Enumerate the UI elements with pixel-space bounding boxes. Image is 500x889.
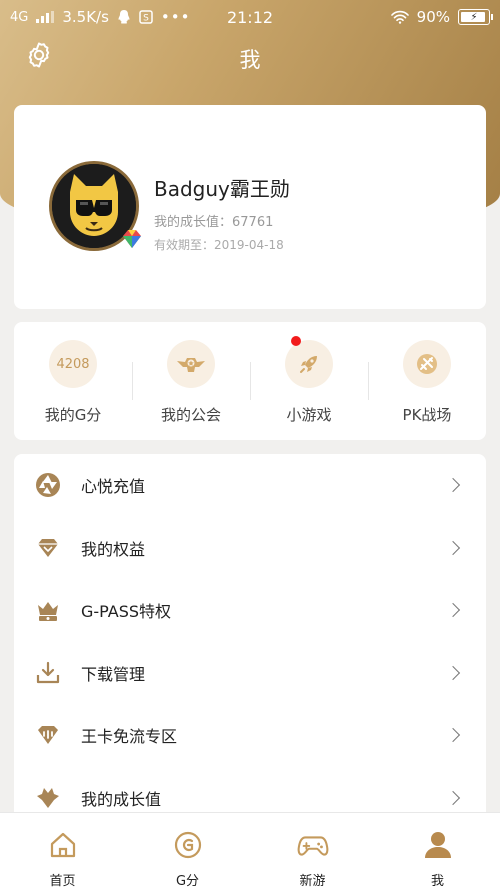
guild-emblem-icon — [167, 340, 215, 388]
status-bar: 4G 3.5K/s S ••• 21:12 90% ⚡ — [0, 0, 500, 34]
chevron-right-icon — [445, 478, 461, 493]
tab-home[interactable]: 首页 — [0, 813, 125, 889]
aperture-icon — [34, 471, 62, 499]
tab-label: G分 — [175, 874, 200, 889]
network-speed: 3.5K/s — [62, 8, 109, 26]
tab-label: 我 — [430, 874, 444, 889]
growth-value: 我的成长值：67761 — [154, 215, 274, 230]
menu-item-g-pass[interactable]: G-PASS特权 — [14, 579, 486, 642]
network-type: 4G — [10, 9, 29, 25]
more-notifications-icon: ••• — [160, 8, 191, 26]
crown-icon — [34, 596, 62, 624]
expiry-date: 有效期至：2019-04-18 — [154, 238, 284, 252]
home-icon — [47, 829, 79, 861]
g-coin-icon — [172, 829, 204, 861]
svg-text:S: S — [143, 14, 149, 24]
chevron-right-icon — [445, 665, 461, 680]
menu-item-my-benefits[interactable]: 我的权益 — [14, 517, 486, 580]
download-icon — [34, 659, 62, 687]
quick-action-label: 我的公会 — [160, 406, 221, 424]
menu-item-label: 下载管理 — [81, 664, 146, 684]
person-icon — [422, 829, 454, 861]
menu-list: 心悦充值 我的权益 G-PASS特权 下载管理 王卡免流专区 我的成长值 — [14, 454, 486, 824]
bottom-tab-bar: 首页 G分 新游 我 — [0, 812, 500, 889]
battery-percent: 90% — [416, 8, 450, 26]
qq-icon — [118, 10, 130, 24]
points-icon: 4208 — [49, 340, 97, 388]
gamepad-icon — [297, 829, 329, 861]
app-notification-icon: S — [139, 10, 153, 24]
quick-action-my-g-points[interactable]: 4208 我的G分 — [14, 322, 132, 440]
notification-dot — [291, 336, 301, 346]
menu-item-label: 王卡免流专区 — [81, 727, 178, 747]
card-icon — [34, 721, 62, 749]
rocket-icon — [285, 340, 333, 388]
menu-item-download-manager[interactable]: 下载管理 — [14, 642, 486, 705]
quick-action-label: 小游戏 — [286, 406, 332, 424]
growth-icon — [34, 784, 62, 812]
page-title: 我 — [239, 48, 261, 72]
tab-g-points[interactable]: G分 — [125, 813, 250, 889]
username: Badguy霸王勋 — [154, 177, 290, 201]
tab-new-games[interactable]: 新游 — [250, 813, 375, 889]
quick-action-mini-games[interactable]: 小游戏 — [250, 322, 368, 440]
signal-icon — [36, 11, 55, 23]
tab-me[interactable]: 我 — [375, 813, 500, 889]
pk-icon — [403, 340, 451, 388]
profile-card: Badguy霸王勋 我的成长值：67761 有效期至：2019-04-18 — [14, 105, 486, 309]
chevron-right-icon — [445, 540, 461, 555]
quick-action-pk-battlefield[interactable]: PK战场 — [368, 322, 486, 440]
menu-item-king-card-zone[interactable]: 王卡免流专区 — [14, 704, 486, 767]
menu-item-label: 我的成长值 — [81, 789, 162, 809]
quick-action-my-guild[interactable]: 我的公会 — [132, 322, 250, 440]
tab-label: 新游 — [299, 874, 326, 889]
chevron-right-icon — [445, 603, 461, 618]
battery-icon: ⚡ — [458, 9, 493, 25]
menu-item-xinyue-recharge[interactable]: 心悦充值 — [14, 454, 486, 517]
quick-action-label: PK战场 — [402, 406, 452, 424]
quick-action-label: 我的G分 — [44, 406, 102, 424]
menu-item-label: G-PASS特权 — [81, 602, 172, 622]
tab-label: 首页 — [49, 874, 76, 889]
vip-gem-badge-icon — [121, 228, 143, 250]
quick-actions: 4208 我的G分 我的公会 小游戏 PK战场 — [14, 322, 486, 440]
chevron-right-icon — [445, 728, 461, 743]
wifi-icon — [390, 10, 409, 24]
menu-item-label: 我的权益 — [81, 539, 146, 559]
diamond-icon — [34, 534, 62, 562]
menu-item-label: 心悦充值 — [81, 477, 146, 497]
chevron-right-icon — [445, 790, 461, 805]
